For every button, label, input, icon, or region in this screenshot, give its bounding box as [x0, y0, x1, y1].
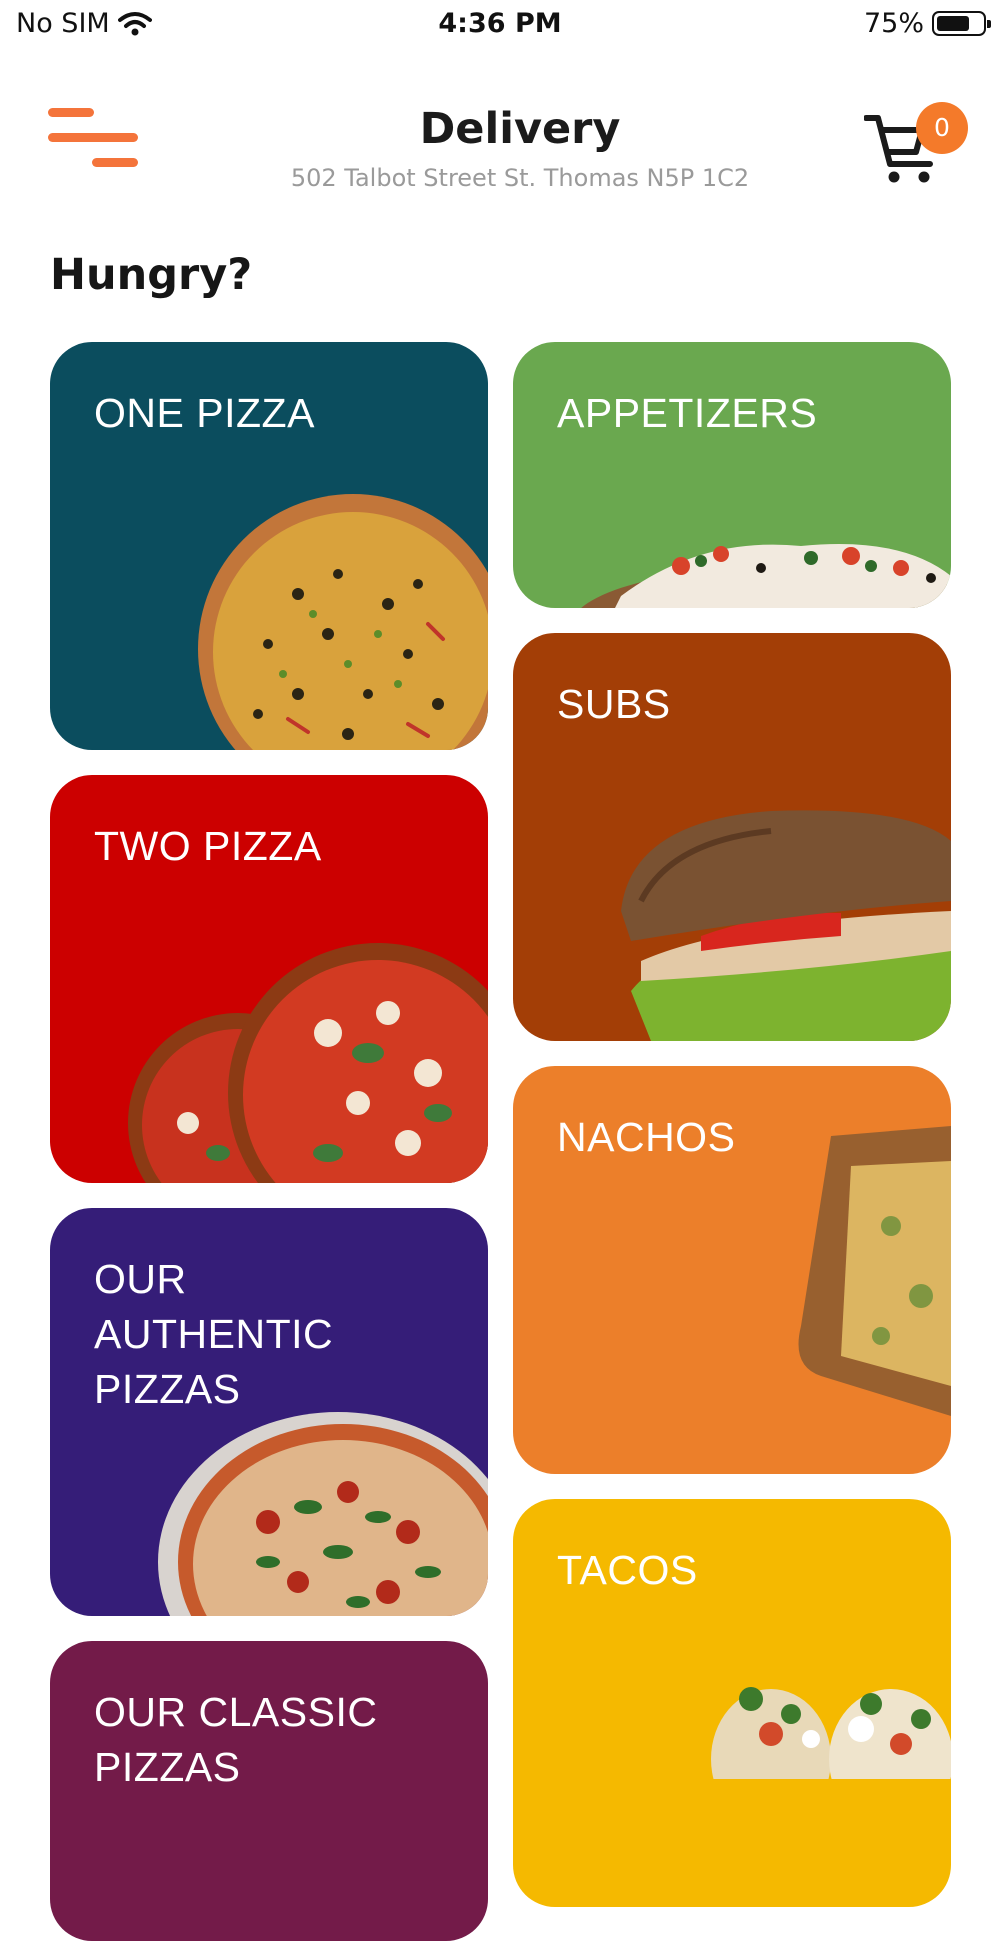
authentic-pizza-image	[158, 1412, 488, 1616]
cart-count-badge: 0	[916, 102, 968, 154]
category-label: APPETIZERS	[557, 390, 818, 436]
status-bar: No SIM 4:36 PM 75%	[0, 0, 1000, 50]
category-label: OUR CLASSIC PIZZAS	[94, 1689, 378, 1790]
appetizers-image	[581, 544, 951, 608]
category-tile-two-pizza[interactable]: TWO PIZZA	[50, 775, 488, 1183]
category-label: OUR AUTHENTIC PIZZAS	[94, 1256, 334, 1412]
battery-level	[937, 16, 969, 31]
tacos-image	[711, 1687, 951, 1779]
two-pizzas-image	[128, 943, 488, 1183]
category-tile-authentic-pizzas[interactable]: OUR AUTHENTIC PIZZAS	[50, 1208, 488, 1616]
category-tile-subs[interactable]: SUBS	[513, 633, 951, 1041]
category-label: TACOS	[557, 1547, 698, 1593]
category-label: TWO PIZZA	[94, 823, 322, 869]
category-label: SUBS	[557, 681, 671, 727]
battery-percent: 75%	[863, 8, 924, 39]
section-title: Hungry?	[50, 250, 253, 300]
battery-tip	[987, 20, 991, 28]
status-time: 4:36 PM	[438, 8, 562, 39]
category-tile-classic-pizzas[interactable]: OUR CLASSIC PIZZAS	[50, 1641, 488, 1941]
category-label: ONE PIZZA	[94, 390, 315, 436]
app-header: Delivery 502 Talbot Street St. Thomas N5…	[0, 90, 1000, 210]
delivery-address[interactable]: 502 Talbot Street St. Thomas N5P 1C2	[0, 164, 1000, 192]
category-tile-tacos[interactable]: TACOS	[513, 1499, 951, 1907]
cart-button[interactable]: 0	[864, 100, 974, 190]
category-tile-nachos[interactable]: NACHOS	[513, 1066, 951, 1474]
nachos-image	[798, 1126, 951, 1416]
category-tile-appetizers[interactable]: APPETIZERS	[513, 342, 951, 608]
pizza-image	[198, 494, 488, 750]
sub-sandwich-image	[621, 810, 951, 1041]
status-right: 75%	[863, 8, 991, 39]
battery-icon	[932, 11, 991, 36]
page-title: Delivery	[419, 104, 621, 154]
category-tile-one-pizza[interactable]: ONE PIZZA	[50, 342, 488, 750]
